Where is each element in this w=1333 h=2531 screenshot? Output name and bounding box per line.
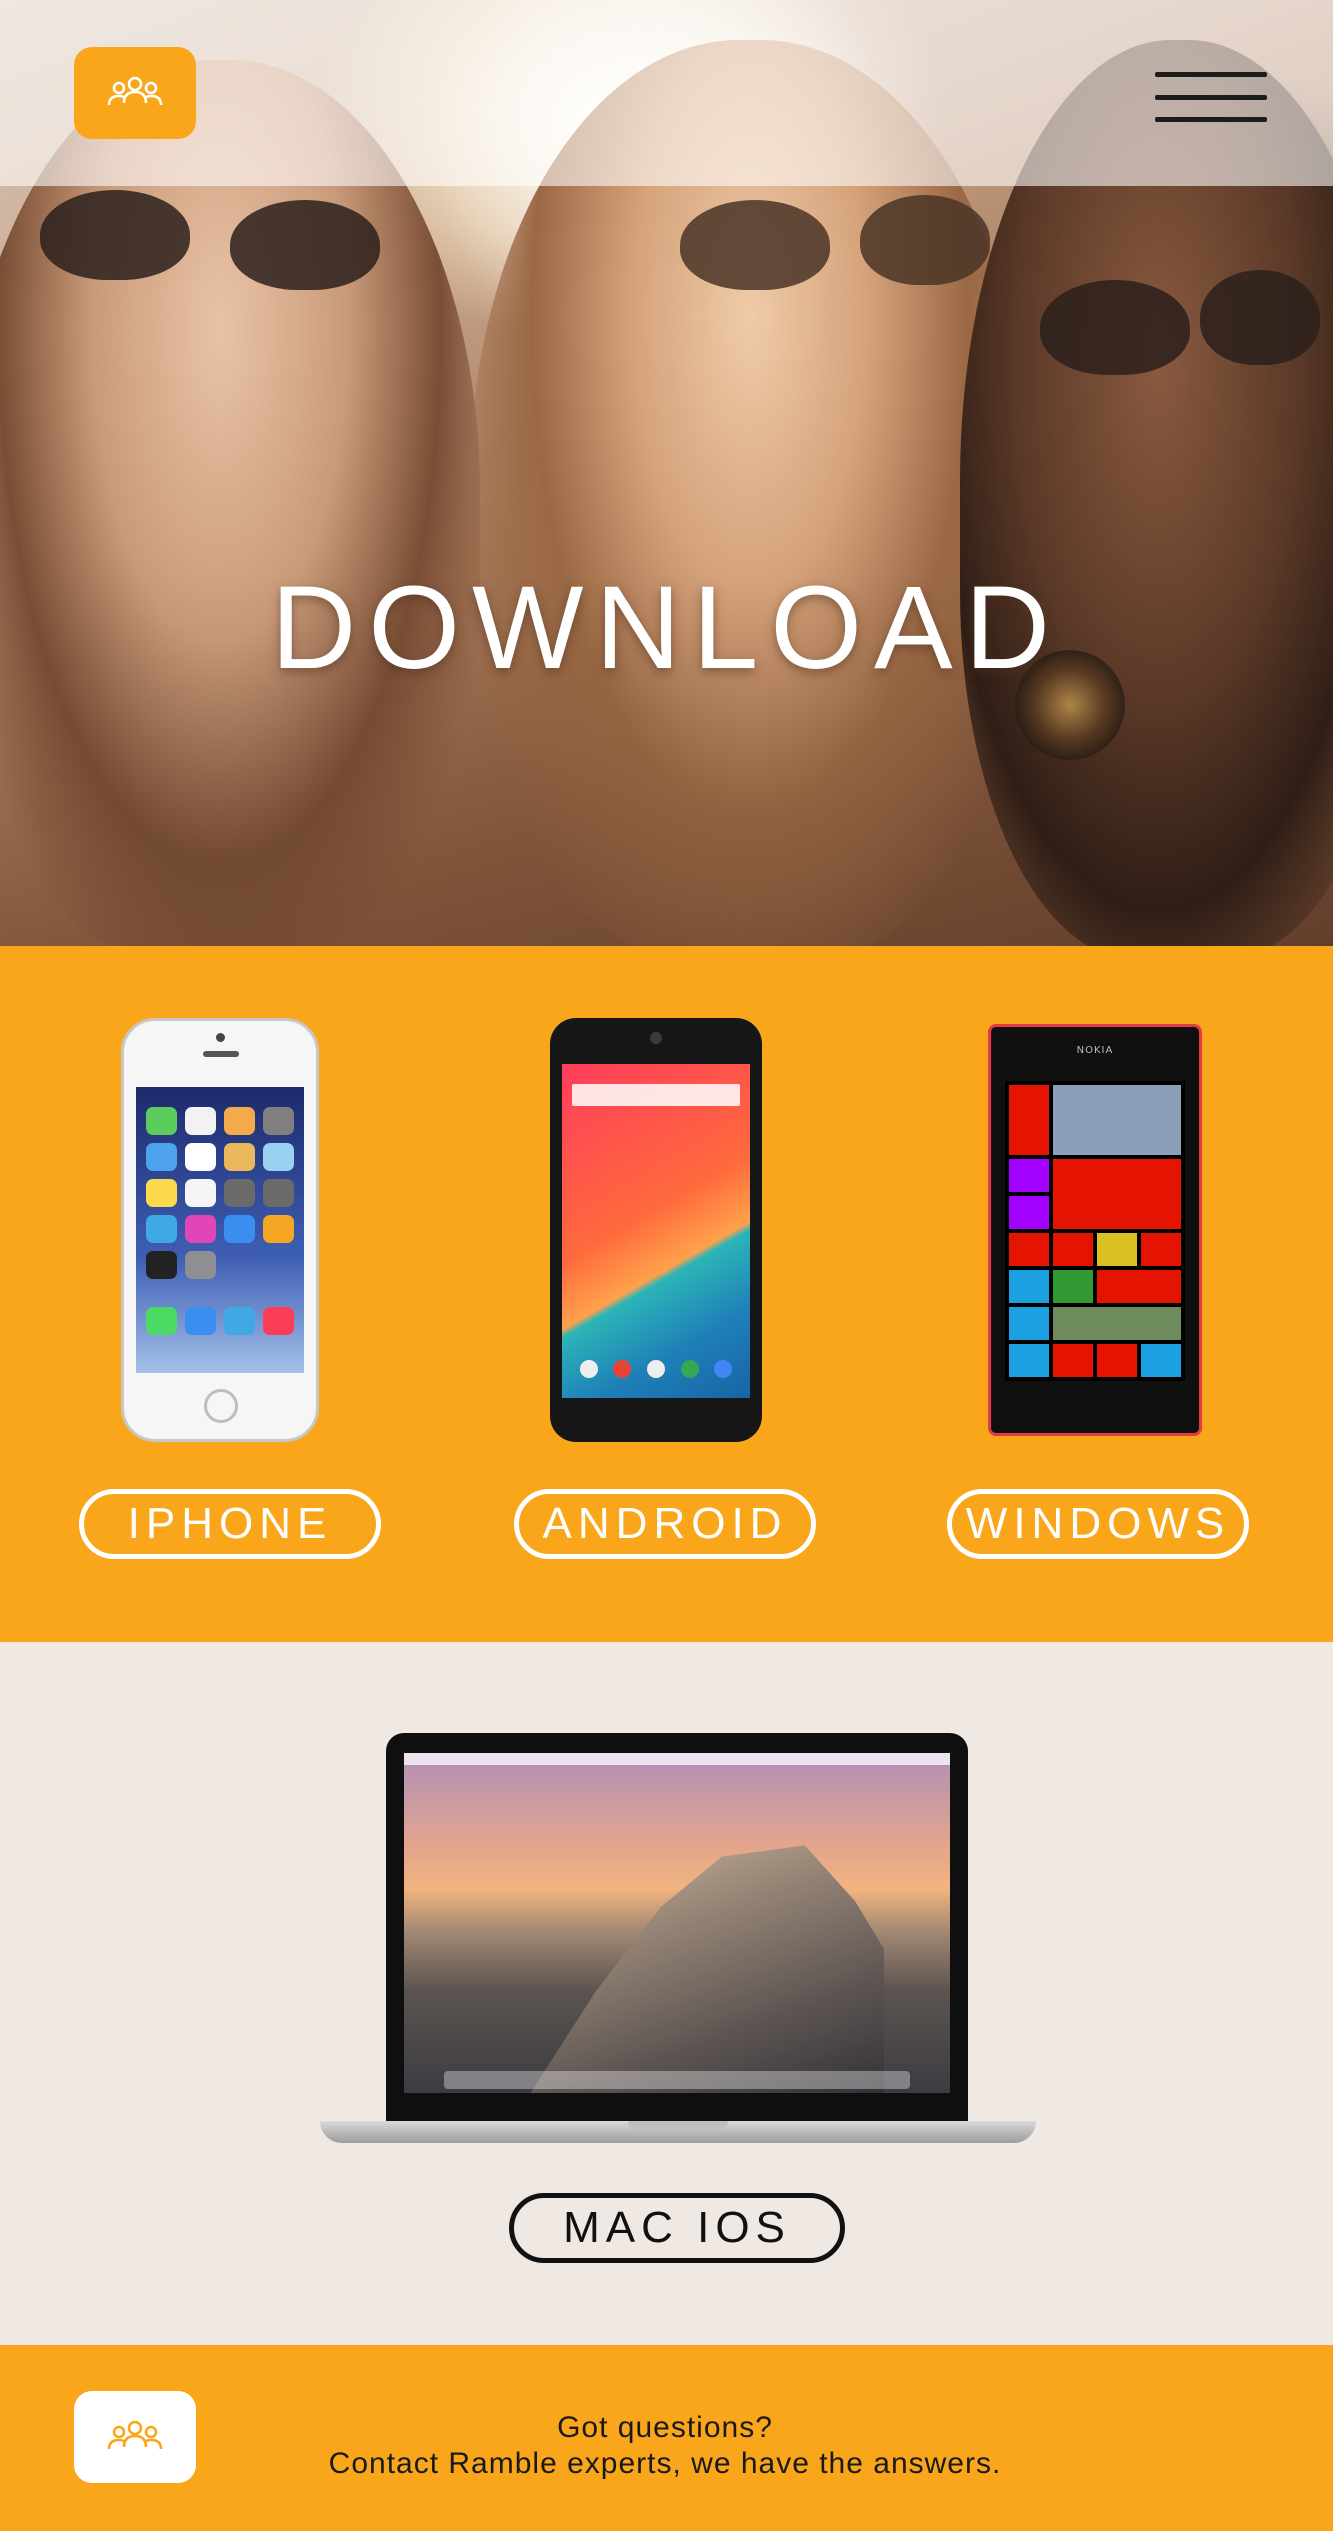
macbook-base [320,2121,1036,2143]
footer-logo[interactable] [74,2391,196,2483]
group-icon [107,76,163,106]
page-title: DOWNLOAD [271,562,1062,694]
iphone-device-image [121,1018,319,1442]
macbook-device-image [386,1733,968,2125]
hamburger-menu-icon[interactable] [1155,72,1267,122]
footer-contact-link[interactable]: Contact Ramble experts, we have the answ… [250,2446,1080,2482]
footer-question: Got questions? [557,2411,773,2444]
home-button [204,1389,238,1423]
top-navigation-bar [0,0,1333,186]
windows-phone-device-image: NOKIA [988,1024,1202,1436]
android-download-button[interactable]: ANDROID [514,1489,816,1559]
iphone-download-button[interactable]: IPHONE [79,1489,381,1559]
android-device-image [550,1018,762,1442]
group-icon [107,2420,163,2450]
windows-download-button[interactable]: WINDOWS [947,1489,1249,1559]
phone-brand-label: NOKIA [1076,1045,1114,1056]
mac-download-button[interactable]: MAC IOS [509,2193,845,2263]
header-logo[interactable] [74,47,196,139]
footer-contact-text: Got questions? Contact Ramble experts, w… [250,2410,1080,2482]
